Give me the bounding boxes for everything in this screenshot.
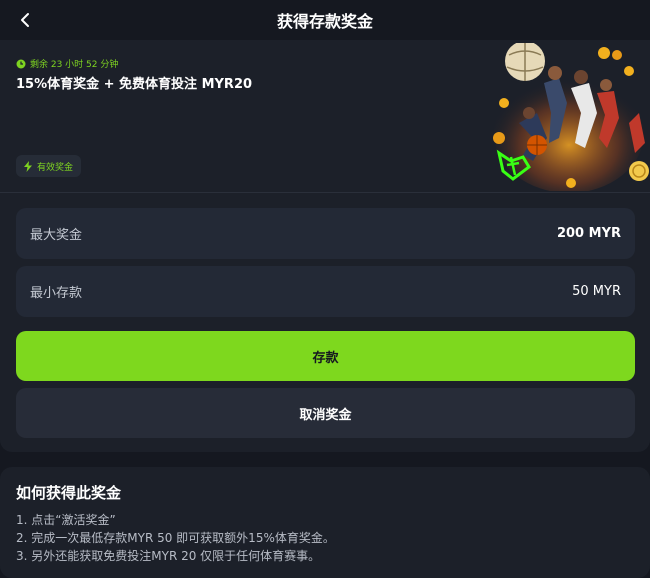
status-badge: 有效奖金 bbox=[16, 155, 82, 177]
clock-icon bbox=[16, 59, 26, 68]
bonus-panel: 剩余 23 小时 52 分钟 15%体育奖金 + 免费体育投注 MYR20 有效… bbox=[0, 40, 650, 452]
promo-banner: 剩余 23 小时 52 分钟 15%体育奖金 + 免费体育投注 MYR20 有效… bbox=[0, 40, 650, 193]
min-deposit-label: 最小存款 bbox=[30, 286, 83, 301]
promo-title: 15%体育奖金 + 免费体育投注 MYR20 bbox=[16, 77, 253, 92]
how-to-title: 如何获得此奖金 bbox=[16, 484, 122, 502]
cancel-bonus-button[interactable]: 取消奖金 bbox=[16, 388, 635, 438]
chevron-left-icon bbox=[21, 13, 29, 27]
max-bonus-label: 最大奖金 bbox=[30, 228, 83, 243]
countdown-timer: 剩余 23 小时 52 分钟 bbox=[16, 57, 118, 70]
back-button[interactable] bbox=[14, 9, 36, 31]
list-item: 1. 点击“激活奖金” bbox=[16, 513, 116, 527]
min-deposit-value: 50 MYR bbox=[572, 284, 621, 299]
max-bonus-value: 200 MYR bbox=[556, 226, 621, 241]
page-title: 获得存款奖金 bbox=[276, 12, 373, 31]
lightning-icon bbox=[24, 160, 32, 172]
list-item: 3. 另外还能获取免费投注MYR 20 仅限于任何体育赛事。 bbox=[16, 549, 321, 563]
max-bonus-row: 最大奖金 200 MYR bbox=[16, 208, 635, 259]
sports-promo-image bbox=[489, 43, 649, 191]
timer-text: 剩余 23 小时 52 分钟 bbox=[30, 60, 119, 70]
how-to-card: 如何获得此奖金 1. 点击“激活奖金” 2. 完成一次最低存款MYR 50 即可… bbox=[0, 467, 650, 578]
list-item: 2. 完成一次最低存款MYR 50 即可获取额外15%体育奖金。 bbox=[16, 531, 335, 545]
badge-label: 有效奖金 bbox=[37, 162, 74, 173]
min-deposit-row: 最小存款 50 MYR bbox=[16, 266, 635, 317]
how-to-steps: 1. 点击“激活奖金” 2. 完成一次最低存款MYR 50 即可获取额外15%体… bbox=[16, 511, 335, 565]
top-bar: 获得存款奖金 bbox=[0, 0, 650, 40]
deposit-button[interactable]: 存款 bbox=[16, 331, 635, 381]
